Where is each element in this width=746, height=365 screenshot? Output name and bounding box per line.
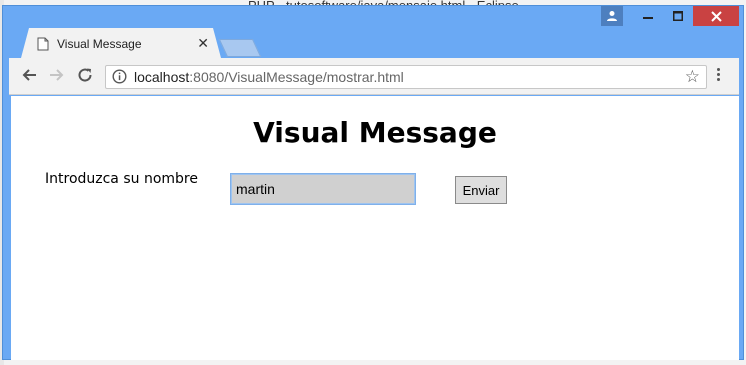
new-tab-button[interactable] xyxy=(218,39,262,57)
minimize-icon xyxy=(643,17,653,19)
url-path: :8080/VisualMessage/mostrar.html xyxy=(189,69,404,85)
url-host: localhost xyxy=(134,69,190,85)
back-arrow-icon[interactable] xyxy=(21,67,37,87)
maximize-icon xyxy=(673,11,683,21)
page-viewport: Visual Message Introduzca su nombre Envi… xyxy=(11,96,739,360)
send-button[interactable]: Enviar xyxy=(455,176,507,204)
browser-toolbar: localhost:8080/VisualMessage/mostrar.htm… xyxy=(9,58,739,95)
name-input[interactable] xyxy=(231,174,415,204)
name-label: Introduzca su nombre xyxy=(45,171,198,187)
window-controls xyxy=(601,6,739,28)
minimize-button[interactable] xyxy=(633,6,663,26)
site-info-icon[interactable] xyxy=(112,69,127,88)
tab-close-icon[interactable]: ✕ xyxy=(197,36,209,52)
reload-icon[interactable] xyxy=(77,67,93,87)
tab-title: Visual Message xyxy=(57,37,142,51)
close-icon xyxy=(710,10,722,22)
page-title: Visual Message xyxy=(253,116,497,149)
address-bar[interactable]: localhost:8080/VisualMessage/mostrar.htm… xyxy=(105,65,707,89)
bookmark-star-icon[interactable]: ☆ xyxy=(685,67,700,87)
page-icon xyxy=(37,37,49,51)
profile-icon[interactable] xyxy=(601,6,623,26)
browser-menu-icon[interactable] xyxy=(717,68,721,83)
desktop: PHP - tutosoftware/java/mensaje.html - E… xyxy=(0,0,746,365)
close-window-button[interactable] xyxy=(693,6,739,26)
forward-arrow-icon[interactable] xyxy=(49,67,65,87)
browser-window: Visual Message ✕ localhost:8080/VisualMe… xyxy=(2,5,744,360)
maximize-button[interactable] xyxy=(663,6,693,26)
tab-visual-message[interactable]: Visual Message ✕ xyxy=(21,28,221,58)
address-url: localhost:8080/VisualMessage/mostrar.htm… xyxy=(134,69,404,85)
